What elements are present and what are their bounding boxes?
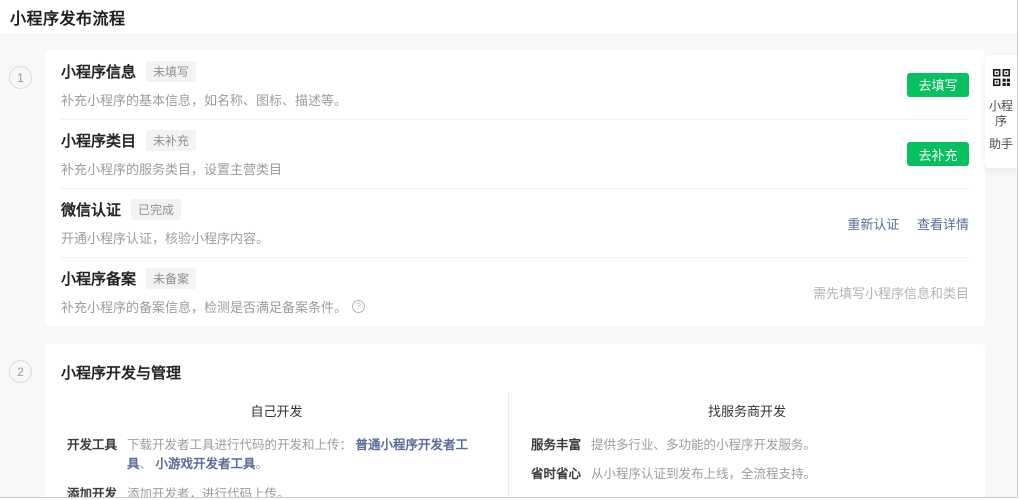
miniprogram-filing-title: 小程序备案: [61, 268, 136, 289]
view-details-link[interactable]: 查看详情: [917, 217, 969, 232]
miniprogram-category-row: 小程序类目 未补充 补充小程序的服务类目，设置主营类目 去补充: [61, 119, 969, 188]
minigame-devtools-link[interactable]: 小游戏开发者工具: [156, 457, 256, 471]
miniprogram-filing-text: 小程序备案 未备案 补充小程序的备案信息，检测是否满足备案条件。 ?: [61, 268, 365, 316]
step-1-indicator: 1: [9, 66, 32, 89]
page-title: 小程序发布流程: [10, 5, 126, 29]
wechat-verification-text: 微信认证 已完成 开通小程序认证，核验小程序内容。: [61, 199, 269, 247]
miniprogram-info-desc: 补充小程序的基本信息，如名称、图标、描述等。: [61, 90, 347, 109]
add-developer-desc: 添加开发者，进行代码上传。: [127, 485, 492, 497]
status-badge: 已完成: [131, 199, 181, 220]
qr-code-icon: [993, 69, 1010, 91]
dev-tools-label: 开发工具: [67, 436, 127, 475]
page-header: 小程序发布流程: [0, 0, 1017, 33]
reverify-link[interactable]: 重新认证: [847, 217, 899, 232]
miniprogram-category-title: 小程序类目: [61, 130, 136, 151]
time-saving-desc: 从小程序认证到发布上线，全流程支持。: [591, 465, 969, 484]
miniprogram-info-row: 小程序信息 未填写 补充小程序的基本信息，如名称、图标、描述等。 去填写: [61, 50, 969, 119]
separator-text: 、: [140, 457, 156, 471]
status-badge: 未填写: [146, 61, 196, 82]
development-columns: 自己开发 开发工具 下载开发者工具进行代码的开发和上传： 普通小程序开发者工具、…: [45, 393, 985, 497]
miniprogram-category-desc: 补充小程序的服务类目，设置主营类目: [61, 159, 282, 178]
info-icon[interactable]: ?: [352, 300, 365, 313]
dev-tools-text: 下载开发者工具进行代码的开发和上传：: [127, 438, 355, 452]
step-2-indicator: 2: [9, 360, 32, 383]
wechat-verification-title: 微信认证: [61, 199, 121, 220]
add-developer-label: 添加开发者: [67, 485, 127, 497]
wechat-verification-desc: 开通小程序认证，核验小程序内容。: [61, 228, 269, 247]
status-badge: 未备案: [146, 268, 196, 289]
miniprogram-info-text: 小程序信息 未填写 补充小程序的基本信息，如名称、图标、描述等。: [61, 61, 347, 109]
time-saving-row: 省时省心 从小程序认证到发布上线，全流程支持。: [509, 460, 985, 489]
add-developer-row: 添加开发者 添加开发者，进行代码上传。: [45, 480, 508, 497]
rich-services-label: 服务丰富: [531, 436, 591, 455]
fill-info-button[interactable]: 去填写: [907, 73, 969, 97]
wechat-verification-row: 微信认证 已完成 开通小程序认证，核验小程序内容。 重新认证 查看详情: [61, 188, 969, 257]
safe-reliable-label: 安全可靠: [531, 495, 591, 497]
verification-links: 重新认证 查看详情: [847, 214, 969, 233]
safe-reliable-desc: 可免费试用后再支付、在线客服响应、官方售后保障。: [591, 495, 969, 497]
time-saving-label: 省时省心: [531, 465, 591, 484]
miniprogram-assistant-tab[interactable]: 小程序 助手: [985, 55, 1017, 168]
filing-prerequisite-note: 需先填写小程序信息和类目: [813, 283, 969, 302]
self-development-header: 自己开发: [45, 393, 508, 431]
dev-tools-row: 开发工具 下载开发者工具进行代码的开发和上传： 普通小程序开发者工具、 小游戏开…: [45, 431, 508, 480]
self-development-column: 自己开发 开发工具 下载开发者工具进行代码的开发和上传： 普通小程序开发者工具、…: [45, 393, 508, 497]
release-flow-card: 小程序信息 未填写 补充小程序的基本信息，如名称、图标、描述等。 去填写 小程序…: [45, 50, 985, 326]
rich-services-row: 服务丰富 提供多行业、多功能的小程序开发服务。: [509, 431, 985, 460]
filing-desc-text: 补充小程序的备案信息，检测是否满足备案条件。: [61, 297, 347, 316]
miniprogram-filing-row: 小程序备案 未备案 补充小程序的备案信息，检测是否满足备案条件。 ? 需先填写小…: [61, 257, 969, 326]
assistant-label-line1: 小程序: [985, 99, 1017, 129]
rich-services-desc: 提供多行业、多功能的小程序开发服务。: [591, 436, 969, 455]
add-category-button[interactable]: 去补充: [907, 142, 969, 166]
development-management-card: 小程序开发与管理 自己开发 开发工具 下载开发者工具进行代码的开发和上传： 普通…: [45, 344, 985, 497]
assistant-label-line2: 助手: [989, 137, 1013, 152]
miniprogram-category-text: 小程序类目 未补充 补充小程序的服务类目，设置主营类目: [61, 130, 282, 178]
page: 小程序发布流程 1 小程序信息 未填写 补充小程序的基本信息，如名称、图标、描述…: [0, 0, 1018, 498]
vendor-development-column: 找服务商开发 服务丰富 提供多行业、多功能的小程序开发服务。 省时省心 从小程序…: [508, 393, 985, 497]
development-section-title: 小程序开发与管理: [45, 358, 985, 393]
vendor-development-header: 找服务商开发: [509, 393, 985, 431]
period-text: 。: [256, 457, 269, 471]
safe-reliable-row: 安全可靠 可免费试用后再支付、在线客服响应、官方售后保障。: [509, 490, 985, 497]
dev-tools-desc: 下载开发者工具进行代码的开发和上传： 普通小程序开发者工具、 小游戏开发者工具。: [127, 436, 492, 475]
app-frame: 小程序发布流程 1 小程序信息 未填写 补充小程序的基本信息，如名称、图标、描述…: [0, 0, 1019, 500]
content-area: 1 小程序信息 未填写 补充小程序的基本信息，如名称、图标、描述等。 去填写: [0, 33, 1017, 497]
miniprogram-filing-desc: 补充小程序的备案信息，检测是否满足备案条件。 ?: [61, 297, 365, 316]
status-badge: 未补充: [146, 130, 196, 151]
miniprogram-info-title: 小程序信息: [61, 61, 136, 82]
